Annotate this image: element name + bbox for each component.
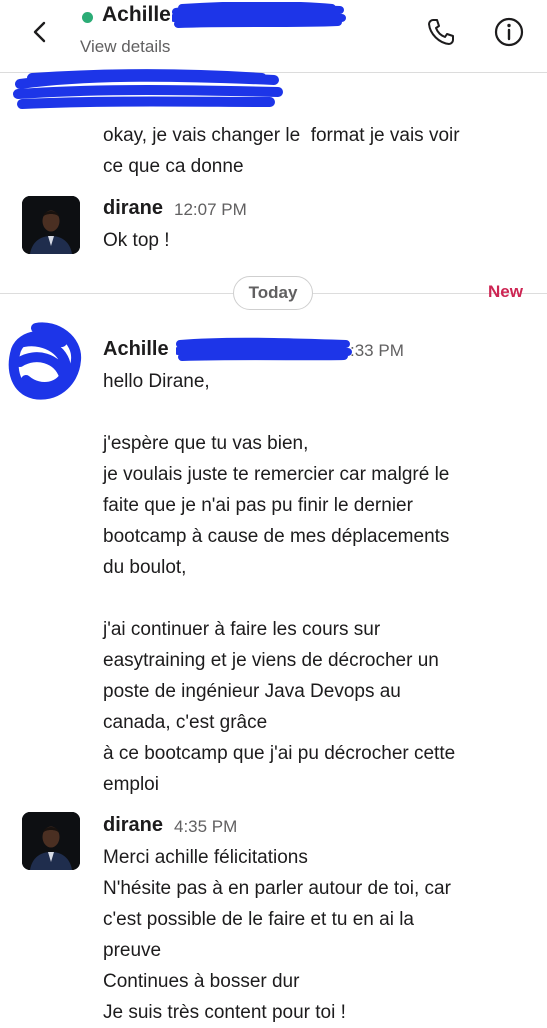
message-text: okay, je vais changer le format je vais … — [103, 125, 460, 177]
message-author[interactable]: dirane — [103, 814, 163, 837]
message-author[interactable]: dirane — [103, 197, 163, 220]
message-text: Merci achille félicitations N'hésite pas… — [103, 847, 451, 1023]
message-time: 12:07 PM — [174, 200, 247, 219]
back-button[interactable] — [22, 14, 58, 50]
message-text: Ok top ! — [103, 230, 170, 251]
user-photo-icon — [22, 196, 80, 254]
message-time: 4:35 PM — [174, 817, 238, 836]
chevron-left-icon — [33, 21, 46, 43]
message-author[interactable]: Achille — [103, 338, 169, 361]
phone-icon — [428, 19, 454, 45]
avatar[interactable] — [22, 196, 80, 254]
message-text: hello Dirane, j'espère que tu vas bien, … — [103, 371, 456, 795]
message-time: :33 PM — [350, 341, 404, 360]
call-button[interactable] — [424, 15, 458, 49]
avatar[interactable] — [22, 812, 80, 870]
redaction-scribble — [13, 69, 283, 109]
date-divider-label: Today — [233, 276, 313, 310]
redaction-scribble — [176, 337, 352, 361]
info-button[interactable] — [492, 15, 526, 49]
avatar-redaction-scribble — [8, 322, 82, 400]
presence-indicator — [82, 12, 93, 23]
user-photo-icon — [22, 812, 80, 870]
info-icon — [494, 17, 524, 47]
contact-name[interactable]: Achille — [102, 3, 171, 27]
view-details-link[interactable]: View details — [80, 37, 170, 57]
redaction-scribble — [172, 2, 346, 28]
new-messages-label: New — [488, 282, 523, 301]
conversation-header: Achille View details — [0, 0, 547, 73]
